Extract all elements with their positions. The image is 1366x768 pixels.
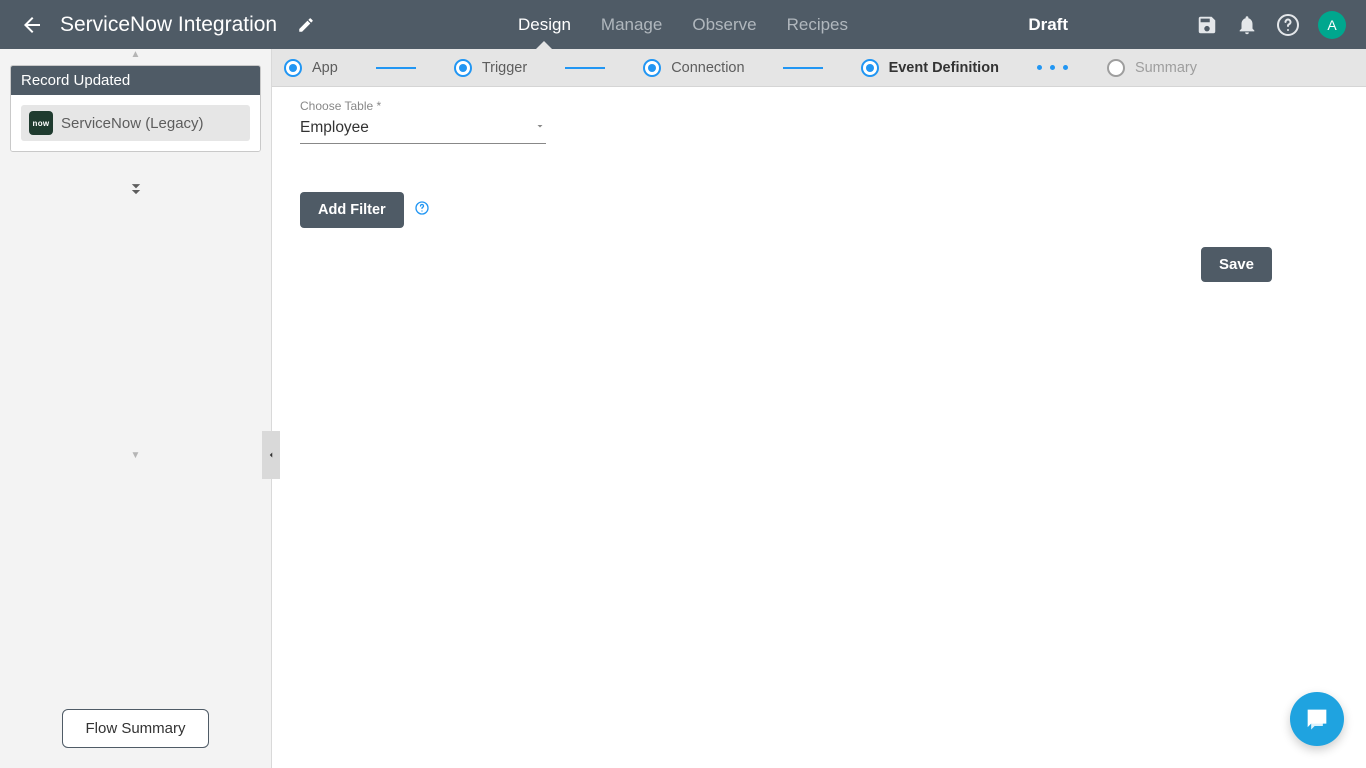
help-icon[interactable] <box>1276 13 1300 37</box>
step-label: Event Definition <box>889 60 999 76</box>
panel-header: Record Updated <box>11 66 260 95</box>
avatar[interactable]: A <box>1318 11 1346 39</box>
filter-help-icon[interactable] <box>414 200 430 221</box>
step-radio-icon <box>643 59 661 77</box>
step-radio-icon <box>1107 59 1125 77</box>
step-connector-dots <box>1033 67 1073 69</box>
wizard-stepper: App Trigger Connection Event Definition … <box>272 49 1366 87</box>
tab-observe[interactable]: Observe <box>692 0 756 49</box>
form-area: Choose Table * Employee Add Filter Save <box>272 87 1366 240</box>
chat-bubble-button[interactable] <box>1290 692 1344 746</box>
flow-summary-button[interactable]: Flow Summary <box>62 709 208 748</box>
step-summary[interactable]: Summary <box>1107 59 1197 77</box>
add-filter-row: Add Filter <box>300 192 1338 228</box>
step-trigger[interactable]: Trigger <box>454 59 527 77</box>
connector-item[interactable]: now ServiceNow (Legacy) <box>21 105 250 141</box>
tab-design[interactable]: Design <box>518 0 571 49</box>
step-label: Trigger <box>482 60 527 76</box>
step-event-definition[interactable]: Event Definition <box>861 59 999 77</box>
topbar-right: Draft A <box>1028 11 1366 39</box>
step-label: Connection <box>671 60 744 76</box>
step-connector <box>783 67 823 69</box>
main: App Trigger Connection Event Definition … <box>272 49 1366 768</box>
step-connector <box>376 67 416 69</box>
save-button[interactable]: Save <box>1201 247 1272 282</box>
table-field-label: Choose Table * <box>300 99 1338 113</box>
step-radio-icon <box>454 59 472 77</box>
step-connector <box>565 67 605 69</box>
flow-step-panel: Record Updated now ServiceNow (Legacy) <box>10 65 261 152</box>
topbar-left: ServiceNow Integration <box>0 13 315 37</box>
sidebar: ▲ Record Updated now ServiceNow (Legacy)… <box>0 49 272 768</box>
tab-manage[interactable]: Manage <box>601 0 662 49</box>
collapse-sidebar-handle[interactable] <box>262 431 280 479</box>
back-arrow-icon[interactable] <box>20 13 44 37</box>
step-label: App <box>312 60 338 76</box>
step-app[interactable]: App <box>284 59 338 77</box>
scroll-up-icon[interactable]: ▲ <box>0 49 271 63</box>
edit-icon[interactable] <box>297 16 315 34</box>
status-badge: Draft <box>1028 15 1068 35</box>
step-radio-icon <box>861 59 879 77</box>
chevron-down-icon <box>534 119 546 137</box>
step-radio-icon <box>284 59 302 77</box>
add-filter-button[interactable]: Add Filter <box>300 192 404 228</box>
bell-icon[interactable] <box>1236 14 1258 36</box>
body: ▲ Record Updated now ServiceNow (Legacy)… <box>0 49 1366 768</box>
tab-recipes[interactable]: Recipes <box>787 0 848 49</box>
topbar: ServiceNow Integration Design Manage Obs… <box>0 0 1366 49</box>
step-label: Summary <box>1135 60 1197 76</box>
servicenow-icon: now <box>29 111 53 135</box>
save-icon[interactable] <box>1196 14 1218 36</box>
connector-label: ServiceNow (Legacy) <box>61 115 204 132</box>
nav-tabs: Design Manage Observe Recipes <box>518 0 848 49</box>
table-select-value: Employee <box>300 119 369 137</box>
table-select[interactable]: Employee <box>300 115 546 144</box>
page-title: ServiceNow Integration <box>60 13 277 37</box>
expand-down-icon[interactable] <box>0 180 271 205</box>
panel-body: now ServiceNow (Legacy) <box>11 95 260 151</box>
step-connection[interactable]: Connection <box>643 59 744 77</box>
scroll-down-icon[interactable]: ▼ <box>0 450 271 464</box>
